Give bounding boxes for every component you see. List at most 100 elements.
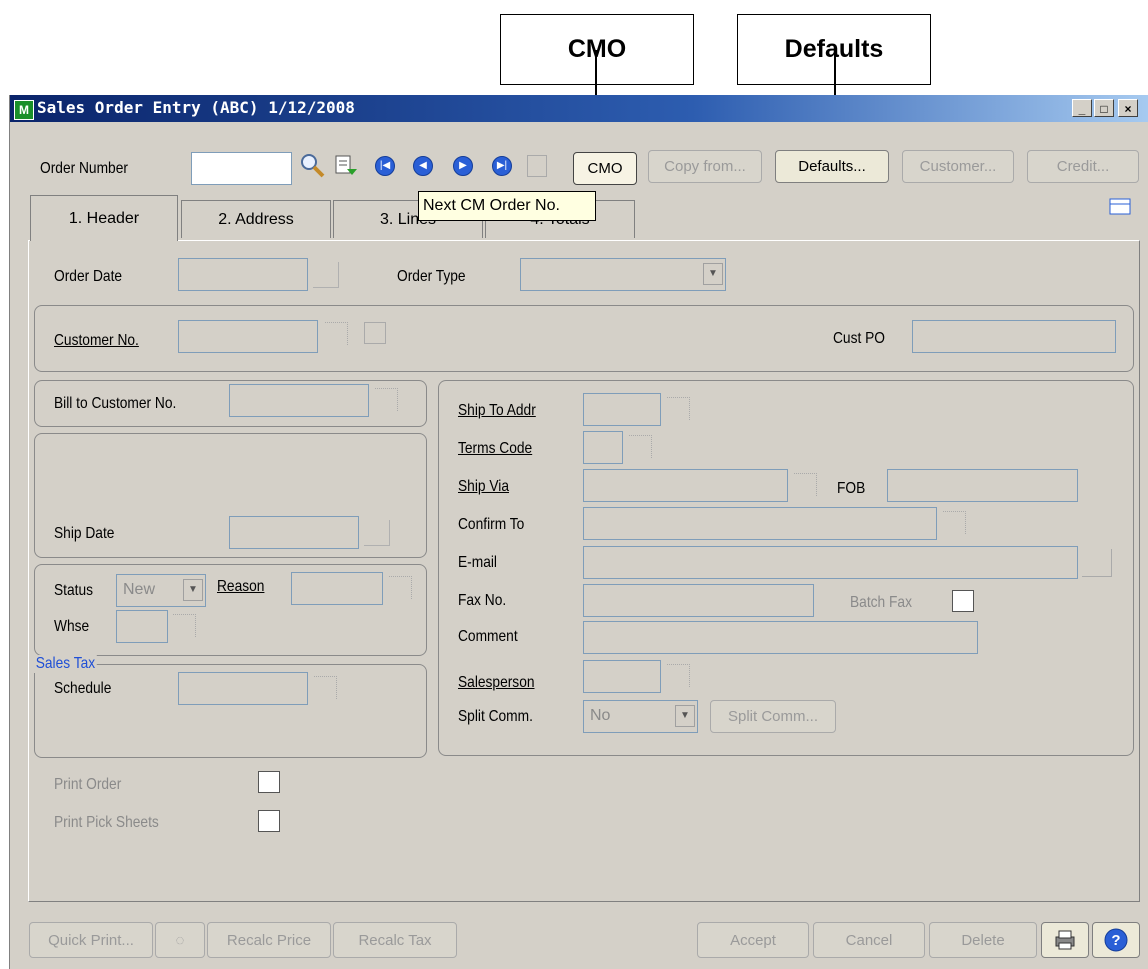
minimize-button[interactable]: _ — [1072, 99, 1092, 117]
delete-button[interactable]: Delete — [929, 922, 1037, 958]
title-bar[interactable]: M Sales Order Entry (ABC) 1/12/2008 _ □ … — [10, 95, 1148, 122]
chevron-down-icon[interactable]: ▼ — [183, 579, 203, 601]
tab-address[interactable]: 2. Address — [181, 200, 331, 238]
order-type-label: Order Type — [397, 268, 466, 285]
order-type-select[interactable]: ▼ — [520, 258, 726, 291]
split-comm-value: No — [590, 707, 611, 724]
confirm-to-field[interactable] — [583, 507, 937, 540]
window-title: Sales Order Entry (ABC) 1/12/2008 — [37, 98, 355, 117]
tab-header[interactable]: 1. Header — [30, 195, 178, 241]
tab-header-label: 1. Header — [68, 209, 140, 227]
whse-field[interactable] — [116, 610, 168, 643]
customer-no-field[interactable] — [178, 320, 318, 353]
fob-label: FOB — [837, 480, 866, 497]
bill-to-label: Bill to Customer No. — [54, 395, 177, 412]
sales-tax-legend: Sales Tax — [34, 655, 97, 673]
fax-no-label: Fax No. — [458, 592, 507, 609]
ship-via-label[interactable]: Ship Via — [458, 478, 509, 496]
print-icon[interactable] — [1041, 922, 1089, 958]
print-order-label: Print Order — [54, 776, 122, 793]
salesperson-label[interactable]: Salesperson — [458, 674, 534, 692]
bill-to-lookup-icon[interactable] — [375, 388, 398, 411]
fax-no-field[interactable] — [583, 584, 814, 617]
cust-po-field[interactable] — [912, 320, 1116, 353]
refresh-icon[interactable]: ◌ — [155, 922, 205, 958]
customer-lookup-icon[interactable] — [325, 322, 348, 345]
terms-lookup-icon[interactable] — [629, 435, 652, 458]
bill-to-field[interactable] — [229, 384, 369, 417]
terms-code-label[interactable]: Terms Code — [458, 440, 532, 458]
blank-icon — [527, 155, 547, 177]
ship-date-label: Ship Date — [54, 525, 115, 542]
maximize-button[interactable]: □ — [1094, 99, 1114, 117]
copy-from-button[interactable]: Copy from... — [648, 150, 762, 183]
layout-icon[interactable] — [1108, 196, 1134, 218]
schedule-label: Schedule — [54, 680, 112, 697]
first-record-icon[interactable]: |◀ — [375, 156, 395, 176]
order-date-field[interactable] — [178, 258, 308, 291]
app-icon: M — [14, 100, 34, 120]
previous-record-icon[interactable]: ◀ — [413, 156, 433, 176]
recalc-price-button[interactable]: Recalc Price — [207, 922, 331, 958]
split-comm-select[interactable]: No ▼ — [583, 700, 698, 733]
reason-field[interactable] — [291, 572, 383, 605]
batch-fax-label: Batch Fax — [850, 594, 912, 611]
comment-field[interactable] — [583, 621, 978, 654]
customer-no-label[interactable]: Customer No. — [54, 332, 139, 350]
confirm-to-label: Confirm To — [458, 516, 525, 533]
salesperson-lookup-icon[interactable] — [667, 664, 690, 687]
confirm-to-lookup-icon[interactable] — [943, 511, 966, 534]
email-field[interactable] — [583, 546, 1078, 579]
reason-lookup-icon[interactable] — [389, 576, 412, 599]
comment-label: Comment — [458, 628, 518, 645]
recalc-tax-button[interactable]: Recalc Tax — [333, 922, 457, 958]
order-date-label: Order Date — [54, 268, 123, 285]
status-select[interactable]: New ▼ — [116, 574, 206, 607]
cmo-callout: CMO — [500, 14, 694, 85]
close-button[interactable]: × — [1118, 99, 1138, 117]
ship-date-field[interactable] — [229, 516, 359, 549]
ship-date-calendar-icon[interactable] — [364, 520, 390, 546]
print-pick-checkbox[interactable] — [258, 810, 280, 832]
order-number-label: Order Number — [40, 160, 128, 177]
cancel-button[interactable]: Cancel — [813, 922, 925, 958]
credit-button[interactable]: Credit... — [1027, 150, 1139, 183]
next-number-icon[interactable] — [333, 153, 359, 179]
terms-code-field[interactable] — [583, 431, 623, 464]
split-comm-button[interactable]: Split Comm... — [710, 700, 836, 733]
print-order-checkbox[interactable] — [258, 771, 280, 793]
chevron-down-icon[interactable]: ▼ — [703, 263, 723, 285]
fob-field[interactable] — [887, 469, 1078, 502]
help-icon[interactable]: ? — [1092, 922, 1140, 958]
schedule-field[interactable] — [178, 672, 308, 705]
ship-via-field[interactable] — [583, 469, 788, 502]
accept-button[interactable]: Accept — [697, 922, 809, 958]
quick-print-button[interactable]: Quick Print... — [29, 922, 153, 958]
tab-address-label: 2. Address — [218, 210, 294, 228]
batch-fax-checkbox[interactable] — [952, 590, 974, 612]
order-date-calendar-icon[interactable] — [313, 262, 339, 288]
email-label: E-mail — [458, 554, 497, 571]
reason-label[interactable]: Reason — [217, 578, 264, 596]
cust-po-label: Cust PO — [833, 330, 886, 347]
schedule-lookup-icon[interactable] — [314, 676, 337, 699]
chevron-down-icon[interactable]: ▼ — [675, 705, 695, 727]
status-label: Status — [54, 582, 94, 599]
last-record-icon[interactable]: ▶| — [492, 156, 512, 176]
email-button-icon[interactable] — [1082, 549, 1112, 577]
print-pick-label: Print Pick Sheets — [54, 814, 159, 831]
ship-via-lookup-icon[interactable] — [794, 473, 817, 496]
search-icon[interactable] — [298, 151, 326, 179]
svg-text:?: ? — [1111, 932, 1120, 949]
cmo-button[interactable]: CMO — [573, 152, 637, 185]
ship-to-addr-label[interactable]: Ship To Addr — [458, 402, 536, 420]
whse-lookup-icon[interactable] — [173, 614, 196, 637]
customer-button[interactable]: Customer... — [902, 150, 1014, 183]
defaults-button[interactable]: Defaults... — [775, 150, 889, 183]
customer-memo-icon[interactable] — [364, 322, 386, 344]
ship-to-addr-field[interactable] — [583, 393, 661, 426]
next-record-icon[interactable]: ▶ — [453, 156, 473, 176]
ship-to-lookup-icon[interactable] — [667, 397, 690, 420]
salesperson-field[interactable] — [583, 660, 661, 693]
order-number-input[interactable] — [191, 152, 292, 185]
